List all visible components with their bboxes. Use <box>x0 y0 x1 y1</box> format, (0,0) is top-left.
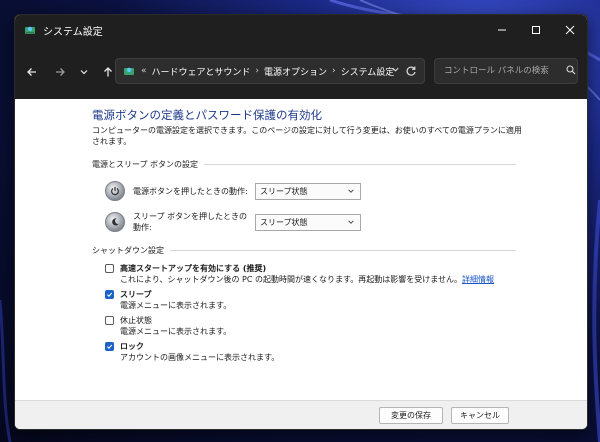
select-value: スリープ状態 <box>260 186 308 196</box>
section-title: シャットダウン設定 <box>92 246 164 255</box>
navigation-bar: « ハードウェアとサウンド › 電源オプション › システム設定 <box>15 45 587 99</box>
power-section-header: 電源とスリープ ボタンの設定 <box>92 159 516 170</box>
page-title: 電源ボタンの定義とパスワード保護の有効化 <box>92 108 322 122</box>
arrow-up-icon <box>104 67 112 77</box>
footer-bar: 変更の保存 キャンセル <box>15 400 587 429</box>
address-overflow[interactable]: « <box>141 66 147 76</box>
main-content: 電源ボタンの定義とパスワード保護の有効化 コンピューターの電源設定を選択できます… <box>15 99 587 429</box>
sleep-button-icon <box>105 212 125 232</box>
search-icon[interactable] <box>566 64 576 78</box>
option-title: ロック <box>120 341 144 351</box>
learn-more-link[interactable]: 詳細情報 <box>462 275 494 284</box>
recent-locations-button[interactable] <box>73 61 95 83</box>
save-changes-button[interactable]: 変更の保存 <box>379 407 443 424</box>
refresh-icon <box>406 66 416 76</box>
search-input[interactable] <box>442 65 564 77</box>
breadcrumb-hardware-sound[interactable]: ハードウェアとサウンド <box>152 65 251 78</box>
shutdown-section-header: シャットダウン設定 <box>92 245 516 256</box>
sleep-button-label: スリープ ボタンを押したときの動作: <box>133 212 248 232</box>
breadcrumb-system-settings[interactable]: システム設定 <box>341 65 395 78</box>
refresh-button[interactable] <box>398 58 424 84</box>
breadcrumb-separator: › <box>331 66 336 76</box>
description-text: これにより、シャットダウン後の PC の起動時間が速くなります。再起動は影響を受… <box>120 275 462 284</box>
power-button-row: 電源ボタンを押したときの動作: スリープ状態 <box>105 181 361 201</box>
window-title: システム設定 <box>43 26 103 38</box>
arrow-left-icon <box>27 68 36 76</box>
checkmark-icon <box>107 344 113 349</box>
divider <box>170 250 516 251</box>
power-button-label: 電源ボタンを押したときの動作: <box>133 186 248 196</box>
option-description: 電源メニューに表示されます。 <box>120 327 232 336</box>
power-button-icon <box>105 181 125 201</box>
lock-option: ロック アカウントの画像メニューに表示されます。 <box>105 340 279 364</box>
lock-checkbox[interactable] <box>105 341 114 351</box>
sleep-button-action-select[interactable]: スリープ状態 <box>255 213 361 231</box>
control-panel-icon <box>23 23 37 37</box>
chevron-down-icon <box>347 218 355 228</box>
forward-button[interactable] <box>49 61 71 83</box>
option-description: 電源メニューに表示されます。 <box>120 301 232 310</box>
hibernate-option: 休止状態 電源メニューに表示されます。 <box>105 314 231 338</box>
page-description: コンピューターの電源設定を選択できます。このページの設定に対して行う変更は、お使… <box>92 126 522 146</box>
breadcrumb-power-options[interactable]: 電源オプション <box>264 65 327 78</box>
sleep-option: スリープ 電源メニューに表示されます。 <box>105 288 231 312</box>
checkmark-icon <box>107 292 113 297</box>
sleep-button-row: スリープ ボタンを押したときの動作: スリープ状態 <box>105 211 361 233</box>
option-title: 休止状態 <box>120 315 152 325</box>
control-panel-icon <box>123 64 137 78</box>
control-panel-window: システム設定 « ハードウェアとサウンド › 電源オプション › システム設定 … <box>14 14 588 430</box>
maximize-button[interactable] <box>519 15 553 45</box>
back-button[interactable] <box>21 61 43 83</box>
option-description: アカウントの画像メニューに表示されます。 <box>120 353 280 362</box>
chevron-down-icon <box>347 187 355 197</box>
option-description: これにより、シャットダウン後の PC の起動時間が速くなります。再起動は影響を受… <box>120 274 494 286</box>
power-button-action-select[interactable]: スリープ状態 <box>255 182 361 200</box>
cancel-button[interactable]: キャンセル <box>451 407 509 424</box>
sleep-checkbox[interactable] <box>105 289 114 299</box>
divider <box>204 164 516 165</box>
option-title: スリープ <box>120 289 152 299</box>
arrow-right-icon <box>56 68 65 76</box>
breadcrumb-separator: › <box>255 66 259 76</box>
close-button[interactable] <box>553 15 587 45</box>
search-box[interactable] <box>434 58 578 84</box>
chevron-down-icon <box>80 70 88 75</box>
minimize-button[interactable] <box>485 15 519 45</box>
fast-startup-checkbox[interactable] <box>105 263 114 273</box>
option-title: 高速スタートアップを有効にする (推奨) <box>120 263 267 273</box>
hibernate-checkbox[interactable] <box>105 315 114 325</box>
section-title: 電源とスリープ ボタンの設定 <box>92 160 199 169</box>
title-bar: システム設定 <box>15 15 587 45</box>
address-bar[interactable]: « ハードウェアとサウンド › 電源オプション › システム設定 <box>115 58 425 84</box>
fast-startup-option: 高速スタートアップを有効にする (推奨) これにより、シャットダウン後の PC … <box>105 262 494 286</box>
select-value: スリープ状態 <box>260 217 308 227</box>
